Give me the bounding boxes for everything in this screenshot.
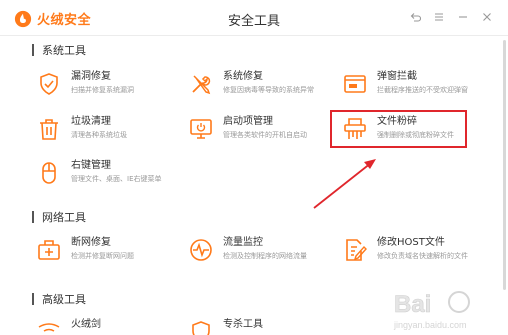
tool-special-killer[interactable]: 专杀工具 <box>188 318 263 335</box>
tool-text: 修改HOST文件 修改负责域名快速解析的文件 <box>377 236 468 262</box>
highlight-box <box>330 110 467 148</box>
shield-icon <box>192 321 210 335</box>
tool-text: 火绒剑 <box>71 318 101 331</box>
tool-name: 垃圾清理 <box>71 116 111 127</box>
tool-vulnerability-fix[interactable]: 漏洞修复 扫描并修复系统漏洞 <box>36 70 134 97</box>
network-plus-icon <box>38 240 60 260</box>
monitor-power-icon <box>190 119 212 139</box>
tool-name: 弹窗拦截 <box>377 71 417 82</box>
tool-desc: 拦截程序推送的不受欢迎弹窗 <box>377 86 468 94</box>
tool-name: 修改HOST文件 <box>377 237 445 248</box>
back-icon[interactable] <box>404 8 426 26</box>
popup-window-icon <box>344 75 366 93</box>
wrench-screwdriver-icon <box>192 75 211 95</box>
sword-icon <box>38 323 60 332</box>
tool-text: 弹窗拦截 拦截程序推送的不受欢迎弹窗 <box>377 70 468 96</box>
shield-icon <box>40 73 58 95</box>
tool-network-repair[interactable]: 断网修复 检测并修复断网问题 <box>36 236 134 263</box>
tool-desc: 管理文件、桌面、IE右键菜单 <box>71 175 162 183</box>
tool-text: 专杀工具 <box>223 318 263 331</box>
section-network-tools: 网络工具 <box>32 209 86 225</box>
tool-name: 断网修复 <box>71 237 111 248</box>
trash-icon <box>40 119 58 140</box>
tool-text: 右键管理 管理文件、桌面、IE右键菜单 <box>71 159 162 185</box>
tool-traffic-monitor[interactable]: 流量监控 检测及控制程序的网络流量 <box>188 236 307 263</box>
tool-name: 启动项管理 <box>223 116 273 127</box>
tool-edit-host-file[interactable]: 修改HOST文件 修改负责域名快速解析的文件 <box>342 236 468 263</box>
tool-text: 断网修复 检测并修复断网问题 <box>71 236 134 262</box>
tool-desc: 扫描并修复系统漏洞 <box>71 86 134 94</box>
tool-text: 流量监控 检测及控制程序的网络流量 <box>223 236 307 262</box>
baidu-watermark: Bai jingyan.baidu.com <box>393 291 470 330</box>
section-marker <box>32 211 34 223</box>
tool-junk-clean[interactable]: 垃圾清理 清理各种系统垃圾 <box>36 115 127 142</box>
traffic-gauge-icon <box>190 239 212 261</box>
svg-text:Bai: Bai <box>394 291 431 318</box>
minimize-icon[interactable] <box>452 8 474 26</box>
tool-desc: 检测并修复断网问题 <box>71 252 134 260</box>
scrollbar[interactable] <box>503 40 506 290</box>
tool-text: 垃圾清理 清理各种系统垃圾 <box>71 115 127 141</box>
tool-desc: 检测及控制程序的网络流量 <box>223 252 307 260</box>
tool-popup-block[interactable]: 弹窗拦截 拦截程序推送的不受欢迎弹窗 <box>342 70 468 97</box>
tool-name: 漏洞修复 <box>71 71 111 82</box>
tool-name: 火绒剑 <box>71 319 101 330</box>
section-advanced-tools: 高级工具 <box>32 291 86 307</box>
tool-desc: 修改负责域名快速解析的文件 <box>377 252 468 260</box>
close-icon[interactable] <box>476 8 498 26</box>
section-marker <box>32 44 34 56</box>
section-system-tools: 系统工具 <box>32 42 86 58</box>
tool-startup-manager[interactable]: 启动项管理 管理各类软件的开机自启动 <box>188 115 307 142</box>
tool-name: 系统修复 <box>223 71 263 82</box>
tool-desc: 清理各种系统垃圾 <box>71 131 127 139</box>
tool-name: 流量监控 <box>223 237 263 248</box>
section-title: 网络工具 <box>42 211 86 224</box>
edit-document-icon <box>346 239 367 261</box>
section-title: 系统工具 <box>42 44 86 57</box>
window-controls <box>402 8 498 26</box>
section-title: 高级工具 <box>42 293 86 306</box>
tool-system-repair[interactable]: 系统修复 修复因病毒等导致的系统异常 <box>188 70 314 97</box>
svg-text:jingyan.baidu.com: jingyan.baidu.com <box>393 320 467 330</box>
tool-huorong-sword[interactable]: 火绒剑 <box>36 318 101 335</box>
menu-icon[interactable] <box>428 8 450 26</box>
tool-desc: 管理各类软件的开机自启动 <box>223 131 307 139</box>
tool-text: 系统修复 修复因病毒等导致的系统异常 <box>223 70 314 96</box>
tool-desc: 修复因病毒等导致的系统异常 <box>223 86 314 94</box>
section-marker <box>32 293 34 305</box>
title-bar: 火绒安全 安全工具 <box>0 0 508 36</box>
tool-text: 启动项管理 管理各类软件的开机自启动 <box>223 115 307 141</box>
mouse-icon <box>42 162 56 184</box>
tool-right-click-manager[interactable]: 右键管理 管理文件、桌面、IE右键菜单 <box>36 159 162 186</box>
tool-name: 专杀工具 <box>223 319 263 330</box>
tool-name: 右键管理 <box>71 160 111 171</box>
tool-text: 漏洞修复 扫描并修复系统漏洞 <box>71 70 134 96</box>
